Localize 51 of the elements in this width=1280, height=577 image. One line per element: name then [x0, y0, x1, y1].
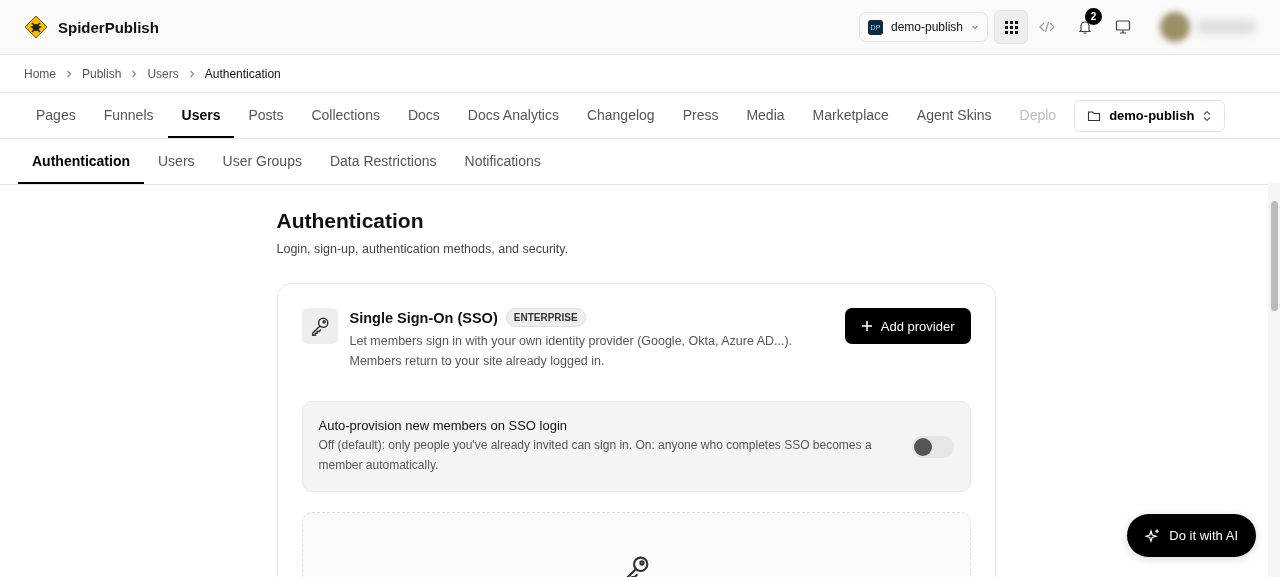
sub-tab[interactable]: Notifications	[450, 139, 555, 184]
setting-description: Off (default): only people you've already invited can sign in. On: anyone who completes SSO becomes a member automatically.	[318, 437, 873, 474]
enterprise-badge: ENTERPRISE	[505, 308, 586, 327]
card-description: Let members sign in with your own identity provider (Google, Okta, Azure AD...). Members return to your site already logged in.	[349, 333, 794, 370]
bell-icon	[1077, 19, 1093, 35]
notifications-button[interactable]: 2	[1066, 10, 1104, 44]
nav-tab[interactable]: Media	[732, 93, 799, 138]
nav-tab[interactable]: Docs	[393, 93, 454, 138]
nav-tab[interactable]: Agent Skins	[902, 93, 1006, 138]
chevron-right-icon	[65, 69, 73, 78]
nav-tab[interactable]: Users	[167, 93, 235, 138]
ai-assist-button[interactable]: Do it with AI	[1127, 514, 1256, 557]
nav-tab[interactable]: Pages	[22, 93, 90, 138]
breadcrumb-item[interactable]: Publish	[82, 66, 122, 81]
project-selector[interactable]: demo-publish	[1074, 99, 1226, 132]
nav-tab[interactable]: Marketplace	[798, 93, 903, 138]
setting-title: Auto-provision new members on SSO login	[318, 418, 569, 433]
add-provider-button[interactable]: Add provider	[844, 308, 971, 344]
spider-logo-icon	[24, 15, 48, 39]
nav-tab[interactable]: Changelog	[572, 93, 669, 138]
nav-tab[interactable]: Collections	[297, 93, 394, 138]
chevron-down-icon	[971, 23, 979, 31]
breadcrumb-item[interactable]: Home	[24, 66, 56, 81]
plus-icon	[860, 320, 873, 332]
brand-name: SpiderPublish	[58, 18, 159, 36]
grid-icon	[1004, 20, 1018, 34]
avatar[interactable]	[1160, 12, 1190, 42]
code-icon	[1039, 19, 1055, 35]
nav-tab[interactable]: Press	[668, 93, 733, 138]
sub-tab[interactable]: Users	[144, 139, 209, 184]
card-title: Single Sign-On (SSO)	[349, 309, 498, 326]
nav-tab[interactable]: Posts	[234, 93, 298, 138]
up-down-chevron-icon	[1202, 109, 1213, 122]
chevron-right-icon	[130, 69, 139, 78]
page-subtitle: Login, sign-up, authentication methods, and security.	[276, 242, 570, 256]
page-title: Authentication	[276, 209, 425, 233]
sparkle-icon	[1145, 527, 1162, 544]
folder-icon	[1087, 108, 1102, 123]
breadcrumb-item: Authentication	[204, 66, 281, 81]
toggle-switch[interactable]	[911, 435, 954, 458]
nav-tab[interactable]: Funnels	[89, 93, 168, 138]
scrollbar[interactable]	[1268, 183, 1280, 577]
sub-tab[interactable]: Authentication	[18, 139, 144, 184]
notification-count: 2	[1085, 8, 1102, 25]
apps-grid-button[interactable]	[994, 10, 1028, 44]
sub-tab[interactable]: User Groups	[208, 139, 316, 184]
nav-tab[interactable]: Docs Analytics	[453, 93, 573, 138]
monitor-icon	[1115, 19, 1131, 35]
chevron-right-icon	[187, 69, 196, 78]
breadcrumb-item[interactable]: Users	[147, 66, 179, 81]
sub-tab[interactable]: Data Restrictions	[315, 139, 451, 184]
